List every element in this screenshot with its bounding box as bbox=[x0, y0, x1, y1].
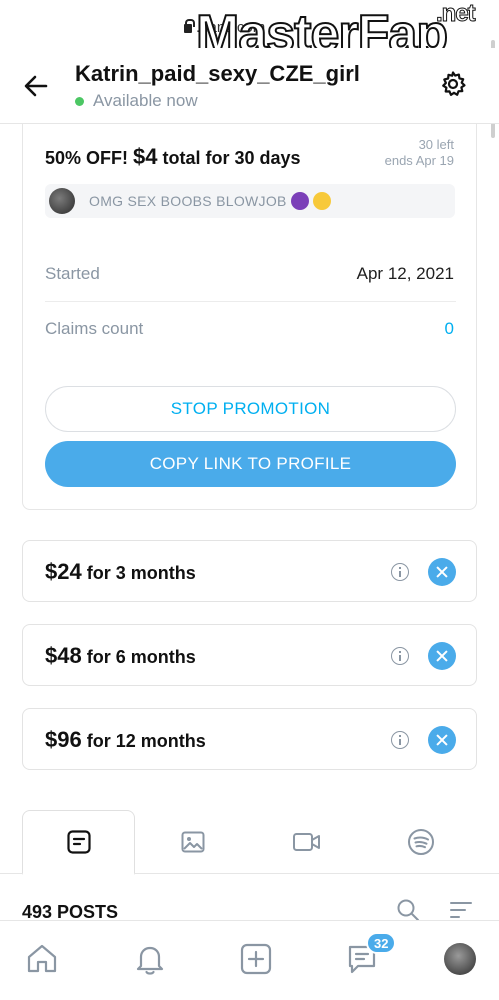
tab-videos[interactable] bbox=[250, 810, 363, 874]
started-value: Apr 12, 2021 bbox=[356, 264, 454, 283]
lock-icon bbox=[184, 19, 195, 33]
home-icon bbox=[27, 944, 57, 973]
stop-promotion-button[interactable]: STOP PROMOTION bbox=[45, 386, 456, 432]
bundle-card: $24 for 3 months bbox=[22, 540, 477, 602]
gear-icon[interactable] bbox=[439, 70, 467, 98]
claims-label: Claims count bbox=[45, 319, 144, 338]
bundle-term: for 12 months bbox=[81, 731, 206, 751]
info-icon[interactable] bbox=[391, 647, 409, 665]
bundle-text: $48 for 6 months bbox=[45, 643, 196, 669]
back-arrow-icon[interactable] bbox=[22, 72, 50, 100]
bundle-card: $96 for 12 months bbox=[22, 708, 477, 770]
nav-home[interactable] bbox=[22, 939, 62, 979]
sort-icon[interactable] bbox=[449, 900, 473, 920]
claims-value[interactable]: 0 bbox=[445, 319, 454, 339]
video-icon bbox=[292, 833, 320, 851]
nav-notifications[interactable] bbox=[130, 939, 170, 979]
photo-icon bbox=[181, 831, 204, 853]
availability-status: Available now bbox=[75, 91, 198, 111]
watermark-suffix: .net bbox=[436, 0, 477, 28]
add-post-icon bbox=[240, 943, 272, 975]
tab-posts[interactable] bbox=[22, 810, 135, 875]
started-label: Started bbox=[45, 264, 100, 283]
content-tabs bbox=[0, 810, 499, 875]
chat-header: Katrin_paid_sexy_CZE_girl Available now bbox=[0, 48, 499, 124]
nav-add-post[interactable] bbox=[236, 939, 276, 979]
promotion-title: 50% OFF! $4 total for 30 days bbox=[45, 144, 301, 170]
copy-link-button[interactable]: COPY LINK TO PROFILE bbox=[45, 441, 456, 487]
tab-photos[interactable] bbox=[136, 810, 249, 874]
promotion-card: 50% OFF! $4 total for 30 days 30 left en… bbox=[22, 124, 477, 510]
audio-icon bbox=[407, 829, 434, 855]
info-icon[interactable] bbox=[391, 731, 409, 749]
bundle-price: $24 bbox=[45, 559, 82, 584]
avatar[interactable] bbox=[444, 943, 476, 975]
posts-icon bbox=[66, 830, 91, 854]
bundle-card: $48 for 6 months bbox=[22, 624, 477, 686]
bell-icon bbox=[136, 946, 164, 975]
online-dot-icon bbox=[75, 96, 84, 106]
tab-audio[interactable] bbox=[364, 810, 477, 874]
bundle-term: for 3 months bbox=[81, 563, 196, 583]
bundle-text: $96 for 12 months bbox=[45, 727, 206, 753]
remove-bundle-button[interactable] bbox=[428, 726, 456, 754]
promotion-price: $4 bbox=[133, 144, 158, 169]
bundle-price: $96 bbox=[45, 727, 82, 752]
bundle-text: $24 for 3 months bbox=[45, 559, 196, 585]
availability-text: Available now bbox=[93, 91, 198, 110]
promotion-title-suffix: total for 30 days bbox=[157, 148, 301, 168]
profile-name[interactable]: Katrin_paid_sexy_CZE_girl bbox=[75, 61, 360, 87]
pleading-emoji-icon bbox=[312, 192, 331, 210]
promotion-ends: ends Apr 19 bbox=[384, 153, 454, 168]
promotion-message-text: OMG SEX BOOBS BLOWJOB bbox=[89, 193, 287, 209]
devil-emoji-icon bbox=[290, 192, 309, 210]
promotion-title-prefix: 50% OFF! bbox=[45, 148, 134, 168]
bundle-term: for 6 months bbox=[81, 647, 196, 667]
promotion-message: OMG SEX BOOBS BLOWJOB bbox=[45, 184, 455, 218]
bottom-nav: 32 bbox=[0, 920, 499, 1000]
divider bbox=[45, 301, 456, 302]
promotion-left: 30 left bbox=[418, 137, 454, 152]
remove-bundle-button[interactable] bbox=[428, 642, 456, 670]
info-icon[interactable] bbox=[391, 563, 409, 581]
remove-bundle-button[interactable] bbox=[428, 558, 456, 586]
messages-badge: 32 bbox=[366, 932, 397, 954]
bundle-price: $48 bbox=[45, 643, 82, 668]
avatar bbox=[49, 188, 75, 214]
search-icon[interactable] bbox=[396, 898, 420, 922]
